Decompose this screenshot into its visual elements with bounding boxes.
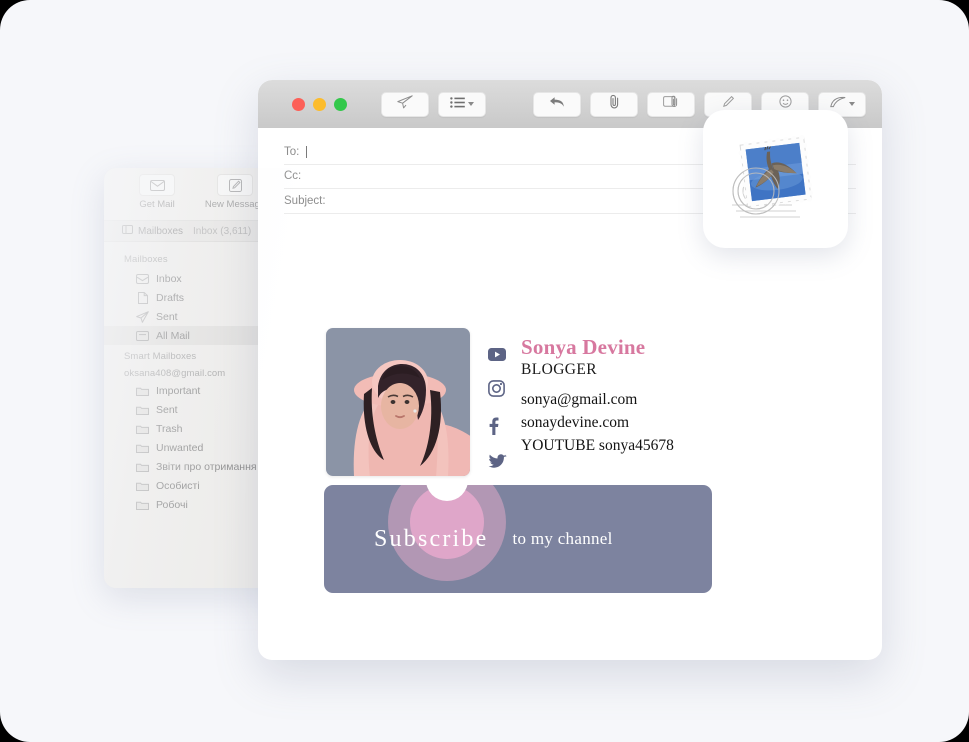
- sidebar-item-drafts-label: Drafts: [156, 291, 185, 304]
- traffic-lights: [292, 97, 347, 111]
- tab-mailboxes[interactable]: Mailboxes: [122, 225, 183, 237]
- inbox-tray-icon: [136, 272, 149, 285]
- signature-spacer: [521, 380, 674, 389]
- social-icons: [488, 336, 507, 470]
- sidebar-item-all-mail-label: All Mail: [156, 329, 190, 342]
- signature-website: sonaydevine.com: [521, 414, 630, 432]
- all-mail-tray-icon: [136, 329, 149, 342]
- email-signature: Sonya Devine BLOGGER sonya@gmail.com son…: [326, 328, 716, 476]
- signature-role: BLOGGER: [521, 360, 597, 378]
- folder-icon: [136, 441, 149, 454]
- banner-text: Subscribe to my channel: [324, 485, 712, 593]
- twitter-icon[interactable]: [488, 454, 507, 470]
- compose-pencil-icon: [217, 174, 253, 196]
- send-button[interactable]: [381, 91, 429, 117]
- chevron-down-icon: [848, 102, 855, 106]
- tab-mailboxes-label: Mailboxes: [138, 225, 184, 237]
- youtube-icon[interactable]: [488, 348, 507, 361]
- sidebar-item-important-label: Important: [156, 384, 201, 397]
- cc-field-label: Cc:: [284, 170, 302, 183]
- sidebar-item-trash-label: Trash: [156, 422, 183, 435]
- draft-page-icon: [136, 291, 149, 304]
- banner-channel-label: to my channel: [512, 529, 613, 548]
- new-message-label: New Message: [204, 199, 266, 210]
- signature-youtube: YOUTUBE sonya45678: [521, 437, 674, 455]
- folder-icon: [136, 384, 149, 397]
- get-mail-button[interactable]: Get Mail: [126, 174, 188, 210]
- sidebar-item-inbox-label: Inbox: [156, 272, 182, 285]
- screen-canvas: Get Mail New Message Mailboxes Inbox (3,…: [0, 0, 969, 742]
- signature-text: Sonya Devine BLOGGER sonya@gmail.com son…: [521, 335, 674, 476]
- signature-email: sonya@gmail.com: [521, 391, 638, 409]
- sidebar-item-sent-smart-label: Sent: [156, 403, 178, 416]
- photo-attach-button[interactable]: [647, 91, 695, 117]
- get-mail-label: Get Mail: [139, 199, 175, 210]
- sidebar-icon: [122, 225, 133, 237]
- sidebar-item-unwanted-label: Unwanted: [156, 441, 204, 454]
- subscribe-banner[interactable]: Subscribe to my channel: [324, 485, 712, 593]
- avatar: [326, 328, 470, 476]
- mail-stamp-icon: [730, 134, 822, 223]
- paperclip-icon: [609, 94, 620, 114]
- signature-name: Sonya Devine: [521, 335, 646, 359]
- sidebar-item-receipt-reports-label: Звіти про отримання: [156, 460, 257, 473]
- attach-button[interactable]: [590, 91, 638, 117]
- folder-icon: [136, 479, 149, 492]
- zoom-button[interactable]: [334, 97, 347, 111]
- to-field-label: To:: [284, 145, 300, 158]
- folder-icon: [136, 403, 149, 416]
- banner-subscribe-label: Subscribe: [374, 525, 489, 552]
- text-cursor: [306, 145, 308, 158]
- sent-plane-icon: [136, 310, 149, 323]
- photo-clip-icon: [662, 95, 680, 113]
- sidebar-item-work-label: Робочі: [156, 498, 188, 511]
- folder-icon: [136, 422, 149, 435]
- facebook-icon[interactable]: [488, 417, 507, 435]
- format-list-button[interactable]: [438, 91, 486, 117]
- new-message-button[interactable]: New Message: [204, 174, 266, 210]
- reply-button[interactable]: [533, 91, 581, 117]
- tab-inbox[interactable]: Inbox (3,611): [193, 226, 251, 237]
- sidebar-item-sent-label: Sent: [156, 310, 178, 323]
- envelope-icon: [139, 174, 175, 196]
- paper-plane-icon: [397, 94, 413, 114]
- chevron-down-icon: [468, 102, 474, 106]
- mail-app-icon-card: [703, 110, 848, 248]
- tab-inbox-label: Inbox (3,611): [193, 225, 252, 237]
- sidebar-item-personal-label: Особисті: [156, 479, 200, 492]
- folder-icon: [136, 460, 149, 473]
- minimize-button[interactable]: [313, 97, 326, 111]
- compose-toolbar-left: [381, 91, 486, 117]
- instagram-icon[interactable]: [488, 380, 507, 398]
- reply-arrow-icon: [549, 95, 565, 113]
- close-button[interactable]: [292, 97, 305, 111]
- list-lines-icon: [450, 95, 465, 113]
- subject-field-label: Subject:: [284, 194, 326, 207]
- folder-icon: [136, 498, 149, 511]
